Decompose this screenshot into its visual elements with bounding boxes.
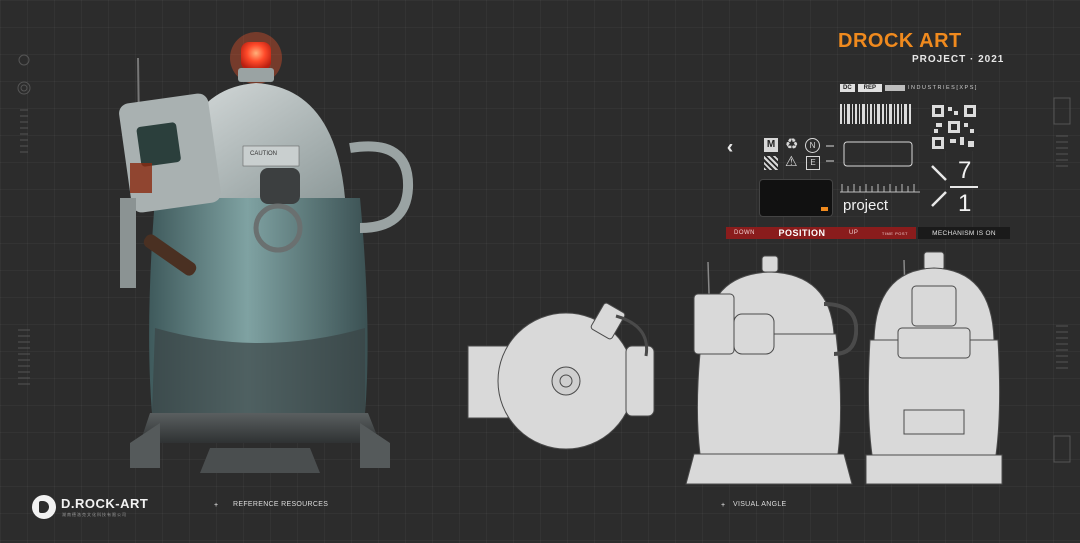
position-label: POSITION <box>778 228 826 238</box>
svg-text:CAUTION: CAUTION <box>250 151 277 157</box>
position-bar: DOWN POSITION UP TIME POST <box>726 227 916 239</box>
logo-mark-icon <box>32 495 56 519</box>
tag-bar <box>885 85 906 91</box>
artwork-canvas: CAUTION DROCK ART PROJECT · 2021 DC REP … <box>0 0 1080 543</box>
device-led <box>821 207 828 211</box>
qr-code-graphic <box>930 103 978 151</box>
top-view-blueprint <box>467 302 655 450</box>
brand-subtitle: PROJECT · 2021 <box>912 54 1005 65</box>
fraction-top: 7 <box>958 157 972 184</box>
right-scale-decoration <box>1053 97 1071 463</box>
ruler-graphic <box>840 184 920 193</box>
recycle-icon: ♻ <box>785 136 799 153</box>
fraction-bottom: 1 <box>958 190 972 217</box>
reference-plus-icon: + <box>214 502 219 509</box>
m-badge-icon: M <box>764 138 778 152</box>
industries-label: INDUSTRIES[XPS] <box>908 85 978 91</box>
side-view-blueprint <box>685 255 858 485</box>
qr-code-icon <box>764 156 778 170</box>
logo-subtext: 湖南德洛克文化科技有限公司 <box>62 512 127 517</box>
left-scale-decoration <box>17 54 31 385</box>
reference-resources-label: REFERENCE RESOURCES <box>233 501 329 508</box>
warning-triangle-icon: ⚠ <box>785 153 798 169</box>
visual-plus-icon: + <box>721 502 726 509</box>
visual-angle-label: VISUAL ANGLE <box>733 501 787 508</box>
front-view-blueprint <box>865 251 1003 485</box>
tag-rep: REP <box>857 84 883 92</box>
position-down-label: DOWN <box>734 230 755 236</box>
fraction-divider <box>950 186 978 188</box>
position-up-label: UP <box>849 230 859 236</box>
brand-title: DROCK ART <box>838 30 962 52</box>
e-badge-icon: E <box>806 156 820 170</box>
position-tiny-label: TIME POST <box>881 230 908 236</box>
logo-text: D.ROCK-ART <box>61 496 149 511</box>
device-panel <box>760 180 832 216</box>
project-label: project <box>843 197 889 214</box>
bracket-box-graphic <box>826 141 913 167</box>
barcode-graphic <box>840 104 911 124</box>
tag-strip: DC REP INDUSTRIES[XPS] <box>840 84 978 92</box>
tag-dc: DC <box>840 84 855 92</box>
tank-render-image: CAUTION <box>119 32 414 473</box>
logo-inner-shape <box>39 501 49 513</box>
mechanism-status: MECHANISM IS ON <box>918 227 1010 239</box>
n-badge-icon: N <box>805 138 820 153</box>
